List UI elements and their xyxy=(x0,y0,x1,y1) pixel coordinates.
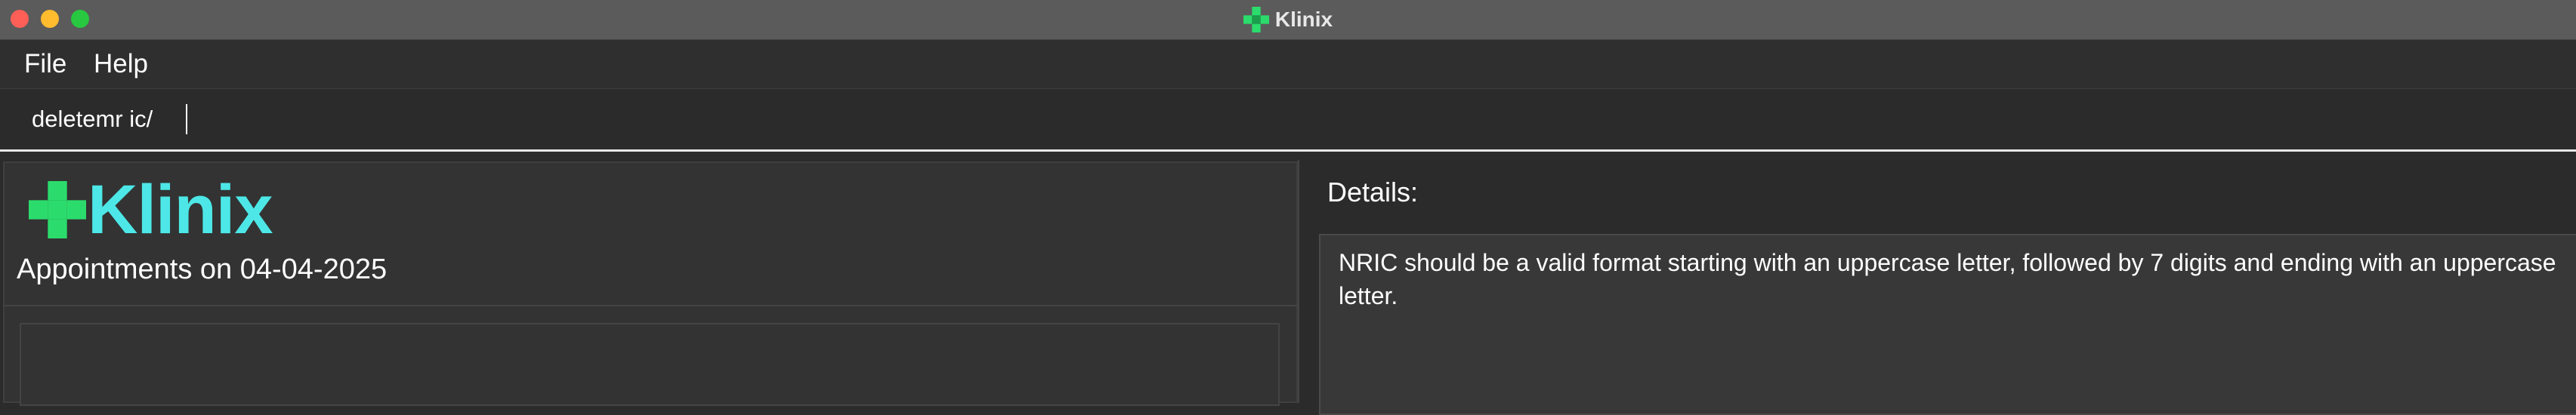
panel-divider xyxy=(3,305,1298,306)
command-input-text[interactable]: deletemr ic/ xyxy=(32,89,153,149)
window-title: Klinix xyxy=(0,0,2576,39)
text-caret xyxy=(186,104,187,134)
command-input[interactable]: deletemr ic/ xyxy=(0,89,2576,152)
logo-text: Klinix xyxy=(88,171,273,248)
app-logo: Klinix xyxy=(29,171,273,248)
appointments-title: Appointments on 04-04-2025 xyxy=(17,254,388,285)
details-label: Details: xyxy=(1327,177,1419,208)
window-title-bar: Klinix xyxy=(0,0,2576,40)
menu-help[interactable]: Help xyxy=(94,40,148,88)
appointments-list[interactable] xyxy=(20,323,1280,406)
green-cross-icon xyxy=(1243,7,1269,32)
logo-cross-icon xyxy=(29,181,86,238)
details-message: NRIC should be a valid format starting w… xyxy=(1339,249,2556,309)
menu-bar: File Help xyxy=(0,40,2576,89)
window-title-text: Klinix xyxy=(1274,8,1333,31)
details-text-area[interactable]: NRIC should be a valid format starting w… xyxy=(1319,234,2576,415)
menu-file[interactable]: File xyxy=(24,40,66,88)
